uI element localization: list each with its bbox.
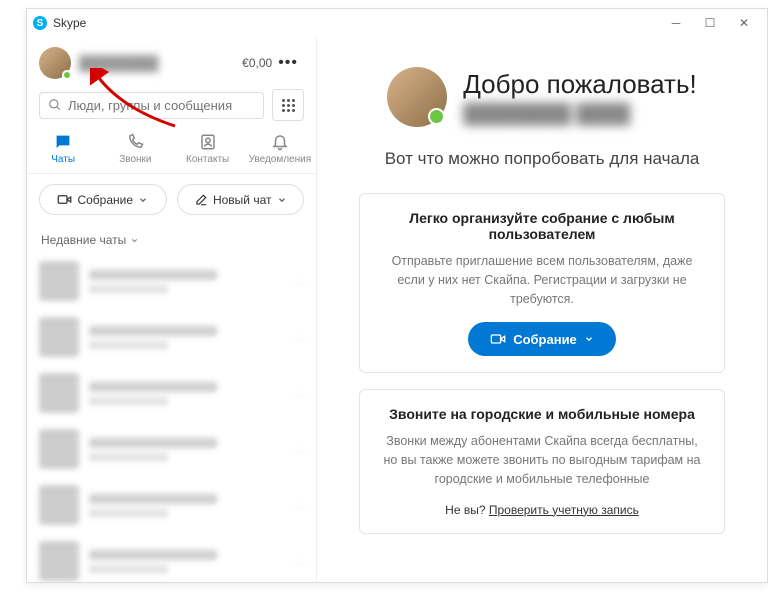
welcome-header: Добро пожаловать! ████████ ████ — [335, 67, 749, 127]
close-button[interactable]: ✕ — [727, 11, 761, 35]
list-item[interactable]: ... — [27, 309, 316, 365]
search-box[interactable] — [39, 92, 264, 119]
sidebar: ████████ €0,00 ••• Чаты — [27, 37, 317, 582]
avatar — [387, 67, 447, 127]
avatar[interactable] — [39, 47, 71, 79]
profile-header[interactable]: ████████ €0,00 ••• — [27, 37, 316, 85]
phone-icon — [126, 133, 144, 151]
status-badge — [62, 70, 72, 80]
list-item[interactable]: ... — [27, 365, 316, 421]
welcome-username: ████████ ████ — [463, 104, 697, 126]
video-icon — [490, 331, 506, 347]
chevron-down-icon — [584, 334, 594, 344]
tab-chats[interactable]: Чаты — [33, 133, 93, 165]
app-window: S Skype ─ ☐ ✕ ████████ €0,00 ••• — [26, 8, 768, 583]
card-calls: Звоните на городские и мобильные номера … — [359, 389, 725, 533]
search-icon — [48, 98, 62, 112]
tab-notifications[interactable]: Уведомления — [250, 133, 310, 165]
maximize-button[interactable]: ☐ — [693, 11, 727, 35]
list-item[interactable]: ... — [27, 253, 316, 309]
tab-calls[interactable]: Звонки — [105, 133, 165, 165]
dialpad-button[interactable] — [272, 89, 304, 121]
chat-icon — [54, 133, 72, 151]
chevron-down-icon — [138, 195, 148, 205]
welcome-subtitle: Вот что можно попробовать для начала — [335, 149, 749, 169]
chat-list: ... ... ... ... ... ... — [27, 253, 316, 582]
contacts-icon — [199, 133, 217, 151]
more-icon[interactable]: ••• — [272, 54, 304, 72]
card-text: Отправьте приглашение всем пользователям… — [378, 252, 706, 308]
card-meeting: Легко организуйте собрание с любым польз… — [359, 193, 725, 373]
titlebar: S Skype ─ ☐ ✕ — [27, 9, 767, 37]
search-input[interactable] — [68, 98, 255, 113]
not-you-row: Не вы? Проверить учетную запись — [378, 503, 706, 517]
video-icon — [57, 192, 72, 207]
welcome-title: Добро пожаловать! — [463, 69, 697, 100]
card-title: Легко организуйте собрание с любым польз… — [378, 210, 706, 242]
skype-logo-icon: S — [33, 16, 47, 30]
edit-icon — [194, 193, 208, 207]
main-content: Добро пожаловать! ████████ ████ Вот что … — [317, 37, 767, 582]
app-title: Skype — [53, 16, 86, 30]
list-item[interactable]: ... — [27, 533, 316, 582]
list-item[interactable]: ... — [27, 421, 316, 477]
card-text: Звонки между абонентами Скайпа всегда бе… — [378, 432, 706, 488]
minimize-button[interactable]: ─ — [659, 11, 693, 35]
new-chat-button[interactable]: Новый чат — [177, 184, 305, 215]
check-account-link[interactable]: Проверить учетную запись — [489, 503, 639, 517]
credit-balance[interactable]: €0,00 — [242, 56, 272, 70]
tab-contacts[interactable]: Контакты — [178, 133, 238, 165]
meeting-button[interactable]: Собрание — [39, 184, 167, 215]
chevron-down-icon — [130, 236, 139, 245]
recent-chats-header[interactable]: Недавние чаты — [27, 225, 316, 253]
chevron-down-icon — [277, 195, 287, 205]
profile-name: ████████ — [79, 55, 238, 71]
dialpad-icon — [282, 99, 295, 112]
list-item[interactable]: ... — [27, 477, 316, 533]
bell-icon — [271, 133, 289, 151]
nav-tabs: Чаты Звонки Контакты Уведомления — [27, 129, 316, 174]
card-title: Звоните на городские и мобильные номера — [378, 406, 706, 422]
start-meeting-button[interactable]: Собрание — [468, 322, 616, 356]
